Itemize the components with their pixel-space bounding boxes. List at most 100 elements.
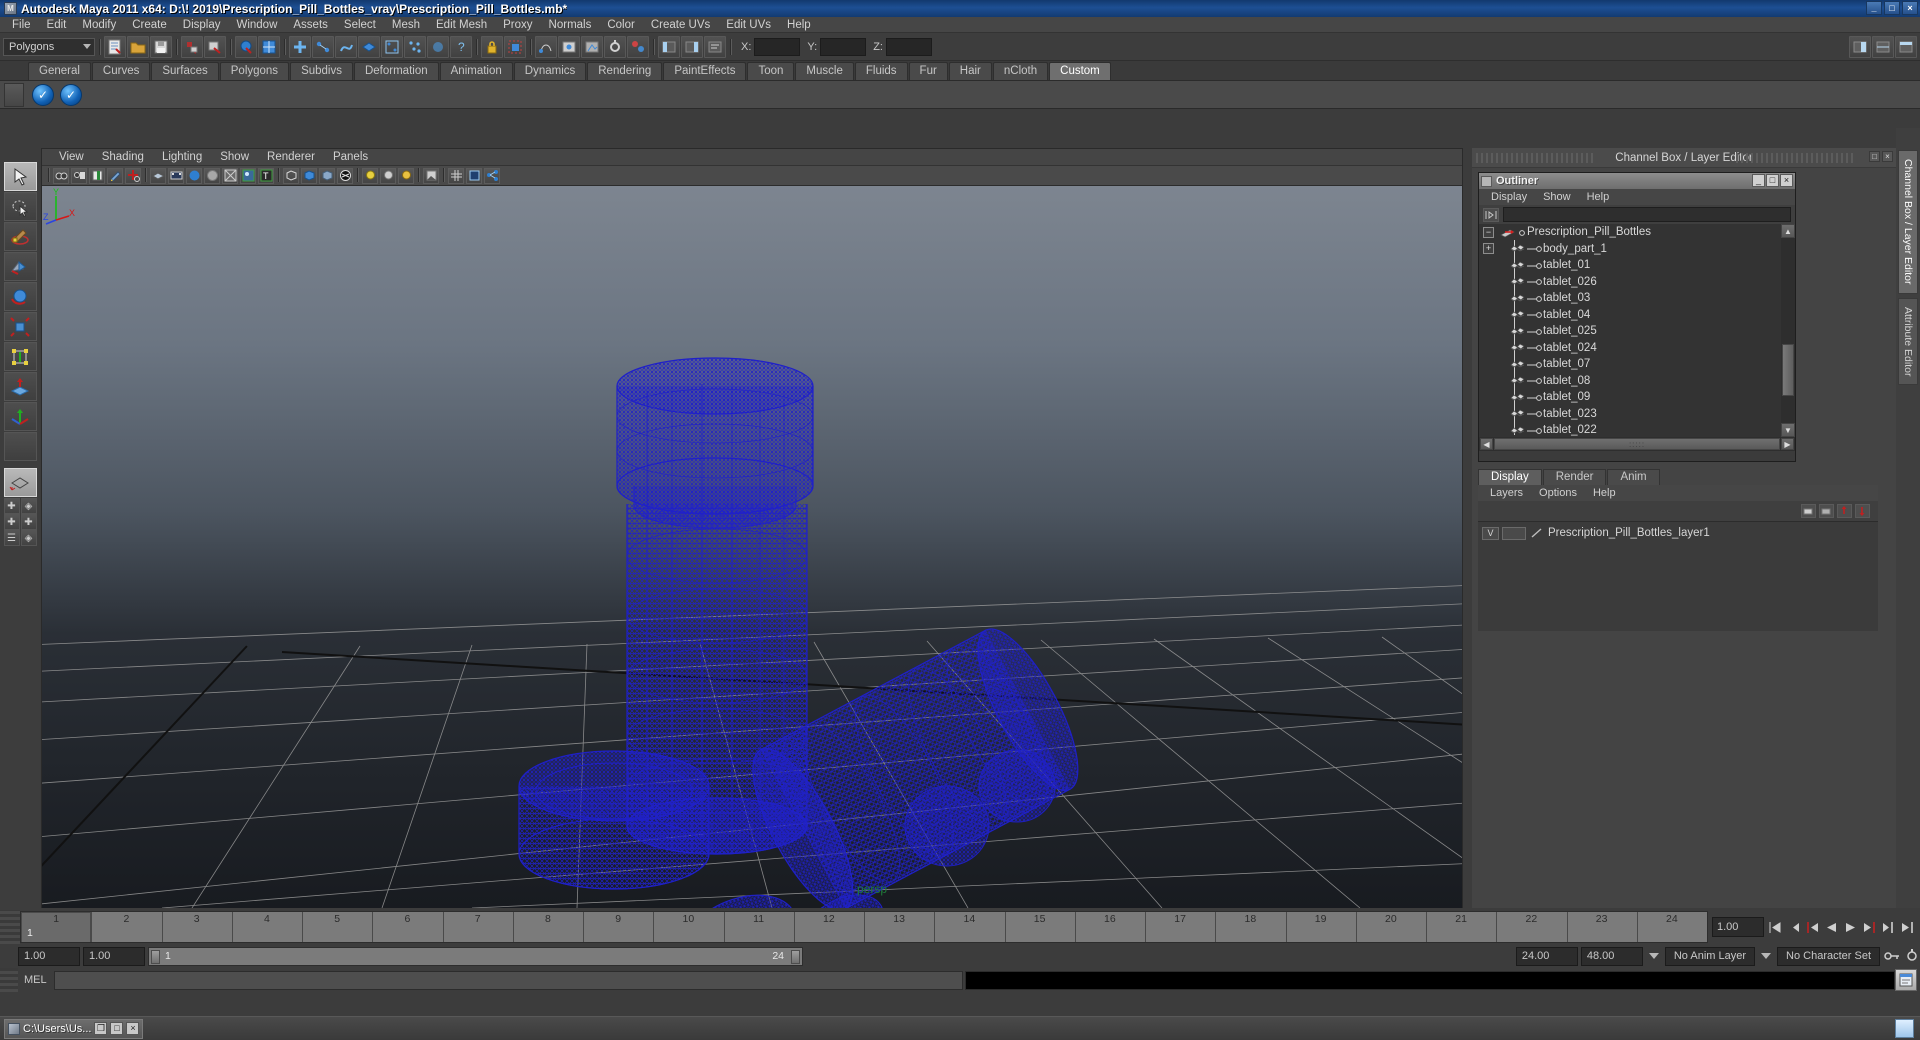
outliner-vertical-scrollbar[interactable]: ▲ ▼	[1781, 224, 1795, 437]
taskbar-maximize-button[interactable]: □	[110, 1022, 124, 1035]
current-time-field[interactable]: 1.00	[1712, 917, 1764, 937]
move-tool[interactable]	[3, 252, 37, 281]
scroll-left-icon[interactable]: ◀	[1480, 438, 1493, 450]
outliner-item[interactable]: tablet_03	[1479, 290, 1781, 307]
default-light-icon[interactable]	[380, 167, 396, 184]
time-slider-handle[interactable]	[0, 910, 20, 944]
panel-close-button[interactable]: ×	[1882, 151, 1893, 162]
show-layer-editor-icon[interactable]	[1872, 35, 1894, 58]
shelf-tab-curves[interactable]: Curves	[91, 62, 151, 80]
open-scene-icon[interactable]	[127, 35, 149, 58]
layer-menu-layers[interactable]: Layers	[1482, 485, 1531, 501]
paint-effects-icon[interactable]	[107, 167, 123, 184]
outliner-item[interactable]: tablet_07	[1479, 356, 1781, 373]
universal-manipulator-tool[interactable]	[3, 342, 37, 371]
animation-start-time-field[interactable]: 1.00	[18, 946, 80, 966]
range-slider-bar[interactable]: 1 24	[148, 946, 803, 966]
shelf-tab-ncloth[interactable]: nCloth	[992, 62, 1049, 80]
move-layer-down-icon[interactable]	[1855, 504, 1870, 518]
outliner-close-button[interactable]: ×	[1780, 174, 1793, 187]
hscrollbar-thumb[interactable]: :::::	[1494, 438, 1780, 450]
outliner-menu-show[interactable]: Show	[1535, 189, 1579, 205]
show-channel-box-icon[interactable]	[1849, 35, 1871, 58]
viewport-menu-lighting[interactable]: Lighting	[153, 149, 211, 166]
system-tray-icon[interactable]	[1895, 1019, 1914, 1038]
rotate-tool[interactable]	[3, 282, 37, 311]
selection-mask-icon[interactable]	[504, 35, 526, 58]
construction-plane-icon[interactable]	[381, 35, 403, 58]
vray-rt-icon[interactable]: ✓	[60, 83, 82, 106]
command-line-handle[interactable]	[0, 968, 18, 992]
move-layer-up-icon[interactable]	[1837, 504, 1852, 518]
hypershade-icon[interactable]	[627, 35, 649, 58]
lasso-select-tool[interactable]	[3, 192, 37, 221]
shelf-tab-hair[interactable]: Hair	[948, 62, 992, 80]
sidebar-toggle-left-icon[interactable]	[658, 35, 680, 58]
menu-item-window[interactable]: Window	[228, 17, 285, 33]
menu-item-select[interactable]: Select	[336, 17, 384, 33]
light-bulb-icon[interactable]	[362, 167, 378, 184]
undo-icon[interactable]	[181, 35, 203, 58]
two-pane-stacked-layout[interactable]: ✚	[3, 514, 20, 530]
transform-z-field[interactable]	[885, 37, 932, 56]
transform-y-field[interactable]	[820, 37, 867, 56]
shelf-tab-muscle[interactable]: Muscle	[795, 62, 854, 80]
shelf-tab-subdivs[interactable]: Subdivs	[290, 62, 353, 80]
taskbar-restore-button[interactable]: ❐	[94, 1022, 108, 1035]
shelf-tab-deformation[interactable]: Deformation	[353, 62, 439, 80]
help-question-icon[interactable]: ?	[450, 35, 472, 58]
snap-curve-icon[interactable]	[312, 35, 334, 58]
scroll-up-icon[interactable]: ▲	[1781, 224, 1795, 238]
paint-select-tool[interactable]	[3, 222, 37, 251]
panel-drag-handle-right[interactable]	[1736, 153, 1856, 163]
vray-render-icon[interactable]: ✓	[32, 83, 54, 106]
go-to-end-icon[interactable]	[1899, 916, 1916, 938]
last-tool-used[interactable]	[3, 432, 37, 461]
high-quality-render-icon[interactable]	[337, 167, 353, 184]
panel-drag-handle[interactable]	[1476, 153, 1596, 163]
shelf-tab-painteffects[interactable]: PaintEffects	[663, 62, 747, 80]
select-by-object-icon[interactable]	[258, 35, 280, 58]
layer-tab-anim[interactable]: Anim	[1607, 469, 1660, 485]
attribute-editor-toggle-icon[interactable]	[704, 35, 726, 58]
scrollbar-thumb[interactable]	[1782, 344, 1794, 396]
menu-item-create[interactable]: Create	[124, 17, 175, 33]
mel-command-input[interactable]	[54, 970, 963, 990]
four-view-layout[interactable]: ✚	[3, 498, 20, 514]
film-gate-icon[interactable]	[168, 167, 184, 184]
redo-icon[interactable]	[204, 35, 226, 58]
select-by-hierarchy-icon[interactable]	[235, 35, 257, 58]
shelf-tab-dynamics[interactable]: Dynamics	[513, 62, 587, 80]
menu-item-proxy[interactable]: Proxy	[495, 17, 540, 33]
menu-item-edit-uvs[interactable]: Edit UVs	[718, 17, 779, 33]
viewport-menu-show[interactable]: Show	[211, 149, 258, 166]
layer-row[interactable]: V Prescription_Pill_Bottles_layer1	[1478, 525, 1878, 541]
menu-item-color[interactable]: Color	[599, 17, 642, 33]
soft-modification-tool[interactable]	[3, 372, 37, 401]
menu-item-mesh[interactable]: Mesh	[384, 17, 428, 33]
single-perspective-layout[interactable]	[3, 468, 37, 497]
shelf-tab-toon[interactable]: Toon	[747, 62, 795, 80]
new-scene-icon[interactable]	[104, 35, 126, 58]
all-lights-icon[interactable]	[398, 167, 414, 184]
minimize-button[interactable]: _	[1866, 1, 1882, 15]
maximize-button[interactable]: □	[1884, 1, 1900, 15]
exposure-icon[interactable]	[466, 167, 482, 184]
outliner-item[interactable]: tablet_04	[1479, 307, 1781, 324]
texture-display-icon[interactable]	[240, 167, 256, 184]
smooth-shade-icon[interactable]	[186, 167, 202, 184]
shelf-tab-fur[interactable]: Fur	[908, 62, 948, 80]
outliner-item[interactable]: tablet_022	[1479, 422, 1781, 437]
play-backwards-icon[interactable]	[1823, 916, 1840, 938]
range-right-grip[interactable]	[791, 949, 800, 964]
new-layer-from-selected-icon[interactable]	[1819, 504, 1834, 518]
wireframe-on-shaded-icon[interactable]	[222, 167, 238, 184]
scroll-right-icon[interactable]: ▶	[1781, 438, 1794, 450]
snap-grid-icon[interactable]	[289, 35, 311, 58]
outliner-search-input[interactable]	[1503, 207, 1791, 222]
layer-tab-display[interactable]: Display	[1478, 469, 1542, 485]
share-icon[interactable]	[484, 167, 500, 184]
book-icon[interactable]	[89, 167, 105, 184]
step-forward-key-icon[interactable]	[1880, 916, 1897, 938]
outliner-item[interactable]: + body_part_1	[1479, 241, 1781, 258]
